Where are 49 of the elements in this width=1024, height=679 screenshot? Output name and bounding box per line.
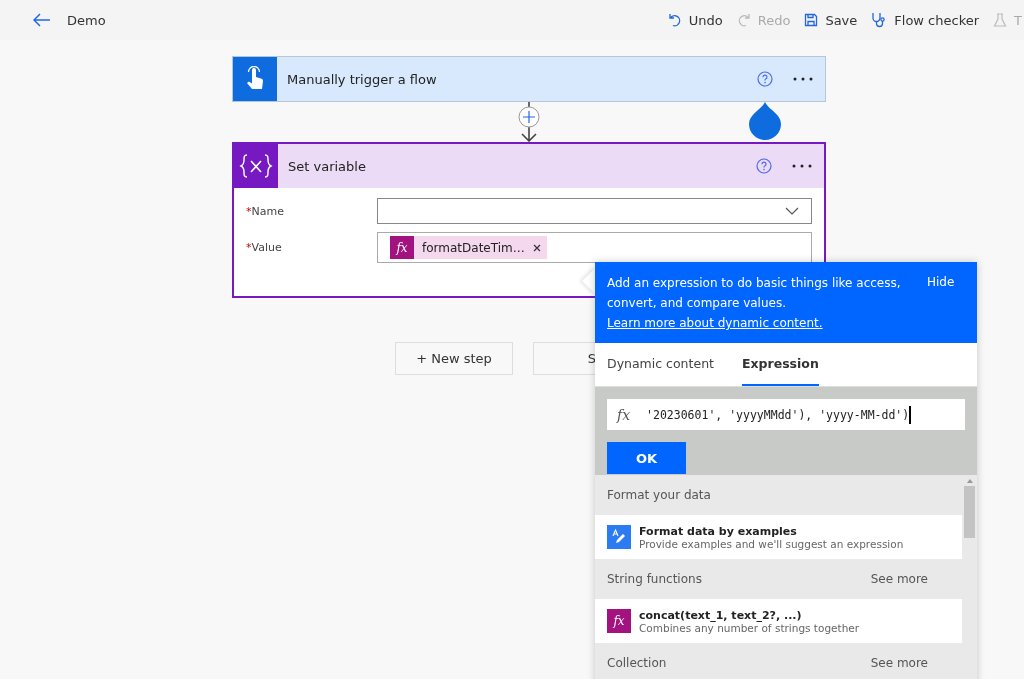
item-description: Provide examples and we'll suggest an expression — [639, 537, 904, 550]
add-step-connector-icon[interactable] — [516, 102, 542, 142]
drop-marker-icon — [749, 102, 781, 140]
toolbar-button[interactable]: Undo — [667, 12, 723, 28]
more-icon[interactable] — [793, 77, 813, 81]
learn-more-link[interactable]: Learn more about dynamic content. — [607, 316, 823, 330]
step-button[interactable]: + New step — [395, 342, 513, 375]
see-more-link[interactable]: See more — [870, 572, 928, 586]
fx-icon: fx — [607, 609, 631, 633]
section-title: Collection — [607, 656, 667, 670]
fx-icon: fx — [390, 236, 414, 259]
chevron-down-icon — [785, 207, 799, 215]
flask-icon — [993, 13, 1008, 27]
card-title: Manually trigger a flow — [287, 71, 438, 87]
card-title: Set variable — [288, 158, 367, 174]
save-icon — [804, 13, 819, 27]
redo-icon — [736, 13, 751, 27]
list-item[interactable]: fx concat(text_1, text_2?, ...) Combines any number of strings together — [595, 599, 962, 643]
expression-field[interactable]: fx formatDateTim… — [377, 232, 812, 263]
item-description: Combines any number of strings together — [639, 621, 860, 634]
list-item[interactable]: Format data by examples Provide examples and we'll suggest an expression — [595, 515, 962, 559]
close-icon[interactable] — [532, 243, 541, 252]
back-arrow-icon[interactable] — [33, 13, 51, 27]
trigger-card[interactable]: Manually trigger a flow — [232, 56, 826, 102]
see-more-link[interactable]: See more — [870, 656, 928, 670]
hand-touch-icon — [233, 57, 277, 101]
pencil-letter-icon — [607, 525, 631, 549]
expression-input[interactable]: fx '20230601', 'yyyyMMdd'), 'yyyy-MM-dd') — [607, 399, 965, 430]
item-title: Format data by examples — [639, 524, 798, 538]
fx-icon: fx — [617, 406, 631, 423]
hide-button[interactable]: Hide — [927, 275, 955, 289]
toolbar-button[interactable]: Save — [804, 12, 858, 28]
section-title: Format your data — [607, 488, 711, 502]
toolbar-button[interactable]: Flow checker — [871, 12, 980, 28]
undo-icon — [667, 13, 682, 27]
expression-text: '20230601', 'yyyyMMdd'), 'yyyy-MM-dd') — [646, 407, 910, 422]
stethoscope-icon — [871, 12, 888, 28]
ok-button[interactable]: OK — [607, 442, 686, 474]
section-title: String functions — [607, 572, 702, 586]
item-title: concat(text_1, text_2?, ...) — [639, 608, 803, 622]
expression-token[interactable]: fx formatDateTim… — [390, 236, 547, 259]
help-icon[interactable] — [756, 158, 772, 174]
field-label: *Name — [246, 204, 285, 218]
info-text: Add an expression to do basic things like access, convert, and compare values. Learn more about dynamic content. — [607, 275, 902, 332]
help-icon[interactable] — [757, 71, 773, 87]
dropdown-field[interactable] — [377, 198, 812, 224]
field-label: *Value — [246, 241, 283, 254]
flow-title: Demo — [67, 12, 106, 28]
more-icon[interactable] — [792, 164, 812, 168]
